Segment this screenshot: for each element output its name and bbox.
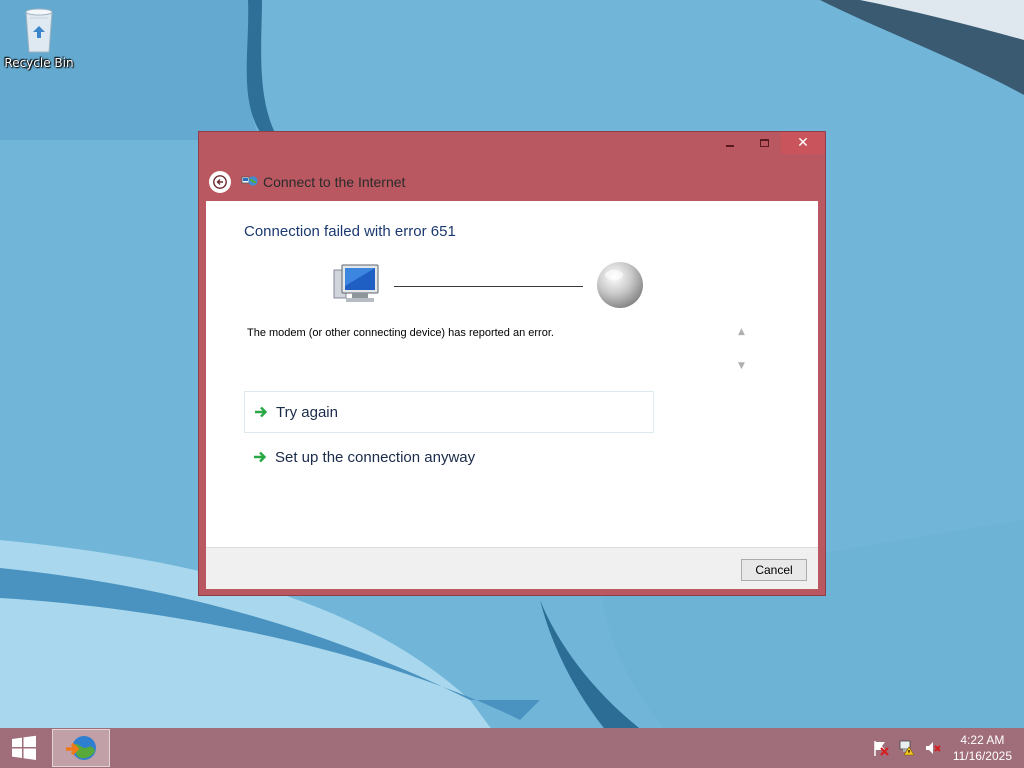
recycle-bin-icon	[25, 8, 53, 53]
window-controls: ✕	[713, 132, 825, 154]
volume-muted-icon[interactable]	[924, 739, 942, 757]
clock-date: 11/16/2025	[952, 749, 1012, 763]
windows-logo-icon	[12, 735, 36, 760]
maximize-icon	[759, 139, 769, 147]
desktop-icon-recycle-bin[interactable]: Recycle Bin	[4, 4, 74, 78]
action-center-flag-icon[interactable]	[872, 739, 890, 757]
dialog-content: Connection failed with error 651 The mod…	[206, 201, 818, 547]
error-message: The modem (or other connecting device) h…	[247, 327, 554, 339]
message-scrollbar[interactable]: ▲ ▼	[736, 327, 750, 373]
cancel-button[interactable]: Cancel	[741, 559, 807, 581]
close-icon: ✕	[797, 135, 809, 151]
close-button[interactable]: ✕	[781, 132, 825, 154]
back-button[interactable]	[209, 171, 231, 193]
connection-diagram	[332, 259, 652, 311]
connect-dialog-window: ✕ Connect to the Internet Connection fai…	[198, 131, 826, 596]
green-arrow-icon	[254, 406, 268, 418]
taskbar-clock[interactable]: 4:22 AM 11/16/2025	[953, 732, 1012, 764]
maximize-button[interactable]	[747, 132, 781, 154]
try-again-link[interactable]: Try again	[244, 391, 654, 433]
network-warning-icon[interactable]	[898, 739, 916, 757]
back-arrow-icon	[213, 175, 227, 189]
system-tray	[872, 739, 942, 757]
dialog-footer: Cancel	[206, 547, 818, 589]
clock-time: 4:22 AM	[960, 733, 1005, 747]
error-heading: Connection failed with error 651	[244, 223, 456, 240]
connection-line	[394, 286, 583, 287]
computer-icon	[333, 264, 379, 302]
internet-globe-icon	[597, 262, 643, 308]
scroll-down-icon[interactable]: ▼	[738, 361, 745, 371]
try-again-label: Try again	[276, 403, 338, 421]
taskbar-item-network[interactable]	[52, 729, 110, 767]
network-globe-icon	[66, 736, 96, 760]
dialog-header: Connect to the Internet	[209, 170, 405, 194]
set-up-anyway-label: Set up the connection anyway	[275, 448, 476, 466]
start-button[interactable]	[0, 728, 48, 768]
minimize-icon	[726, 145, 734, 147]
network-globe-icon	[241, 174, 259, 190]
taskbar: 4:22 AM 11/16/2025	[0, 728, 1024, 768]
set-up-anyway-link[interactable]: Set up the connection anyway	[244, 436, 475, 478]
dialog-title: Connect to the Internet	[263, 174, 406, 190]
green-arrow-icon	[253, 451, 267, 463]
minimize-button[interactable]	[713, 132, 747, 154]
scroll-up-icon[interactable]: ▲	[738, 327, 745, 337]
desktop-icon-label: Recycle Bin	[4, 56, 74, 70]
